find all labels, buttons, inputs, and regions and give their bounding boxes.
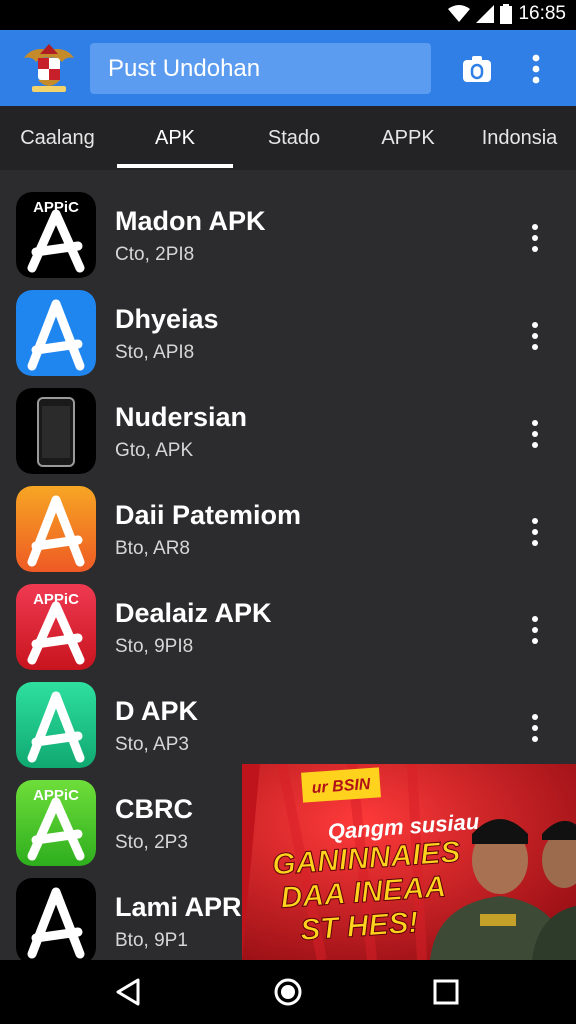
app-store-icon: APPiC [16, 192, 96, 278]
status-icons: 16:85 [448, 3, 566, 25]
app-store-icon [16, 682, 96, 768]
app-store-icon: APPiC [16, 780, 96, 866]
list-item[interactable]: APPiC Dealaiz APK Sto, 9PI8 [0, 564, 576, 670]
app-store-icon [16, 486, 96, 572]
camera-icon[interactable] [462, 54, 492, 84]
status-time: 16:85 [518, 3, 566, 24]
app-bar: Pust Undohan [0, 30, 576, 106]
tab-appk[interactable]: APPK [353, 106, 463, 170]
more-vert-icon[interactable] [528, 516, 542, 548]
status-bar: 16:85 [0, 0, 576, 30]
list-item[interactable]: Dhyeias Sto, API8 [0, 270, 576, 376]
app-subtitle: Bto, 9P1 [115, 930, 188, 951]
app-subtitle: Bto, AR8 [115, 538, 190, 559]
phone-icon [16, 388, 96, 474]
search-input[interactable]: Pust Undohan [90, 43, 431, 94]
tab-indicator [117, 164, 233, 168]
list-item[interactable]: D APK Sto, AP3 [0, 662, 576, 768]
ad-artwork: ur BSIN Qangm susiau GANINNAIES DAA INEA… [242, 764, 576, 960]
tab-caalang[interactable]: Caalang [0, 106, 115, 170]
more-vert-icon[interactable] [528, 418, 542, 450]
navigation-bar [0, 960, 576, 1024]
app-title: Madon APK [115, 206, 266, 236]
list-item[interactable]: Nudersian Gto, APK [0, 368, 576, 474]
app-subtitle: Cto, 2PI8 [115, 244, 195, 265]
more-vert-icon[interactable] [528, 54, 544, 84]
wifi-icon [448, 5, 471, 22]
app-title: Lami APR [115, 892, 242, 922]
list-item[interactable]: Daii Patemiom Bto, AR8 [0, 466, 576, 572]
app-subtitle: Sto, 2P3 [115, 832, 188, 853]
app-title: Dhyeias [115, 304, 219, 334]
app-title: Nudersian [115, 402, 248, 432]
app-title: Dealaiz APK [115, 598, 272, 628]
more-vert-icon[interactable] [528, 222, 542, 254]
battery-icon [500, 4, 513, 24]
recents-icon[interactable] [426, 974, 466, 1010]
app-subtitle: Sto, 9PI8 [115, 636, 194, 657]
app-store-icon [16, 290, 96, 376]
garuda-emblem-logo [24, 44, 74, 92]
tab-apk[interactable]: APK [117, 106, 233, 170]
app-subtitle: Sto, AP3 [115, 734, 189, 755]
app-title: Daii Patemiom [115, 500, 302, 530]
app-subtitle: Sto, API8 [115, 342, 195, 363]
app-title: D APK [115, 696, 199, 726]
tab-bar: Caalang APK Stado APPK Indonsia [0, 106, 576, 170]
list-item[interactable]: APPiC Madon APK Cto, 2PI8 [0, 172, 576, 278]
tab-indonsia[interactable]: Indonsia [463, 106, 576, 170]
more-vert-icon[interactable] [528, 614, 542, 646]
more-vert-icon[interactable] [528, 320, 542, 352]
ad-banner[interactable]: ur BSIN Qangm susiau GANINNAIES DAA INEA… [242, 764, 576, 960]
app-store-icon [16, 878, 96, 964]
signal-icon [476, 5, 495, 23]
more-vert-icon[interactable] [528, 712, 542, 744]
back-icon[interactable] [108, 974, 148, 1010]
tab-stado[interactable]: Stado [235, 106, 353, 170]
app-subtitle: Gto, APK [115, 440, 194, 461]
app-store-icon: APPiC [16, 584, 96, 670]
home-icon[interactable] [268, 974, 308, 1010]
app-title: CBRC [115, 794, 193, 824]
